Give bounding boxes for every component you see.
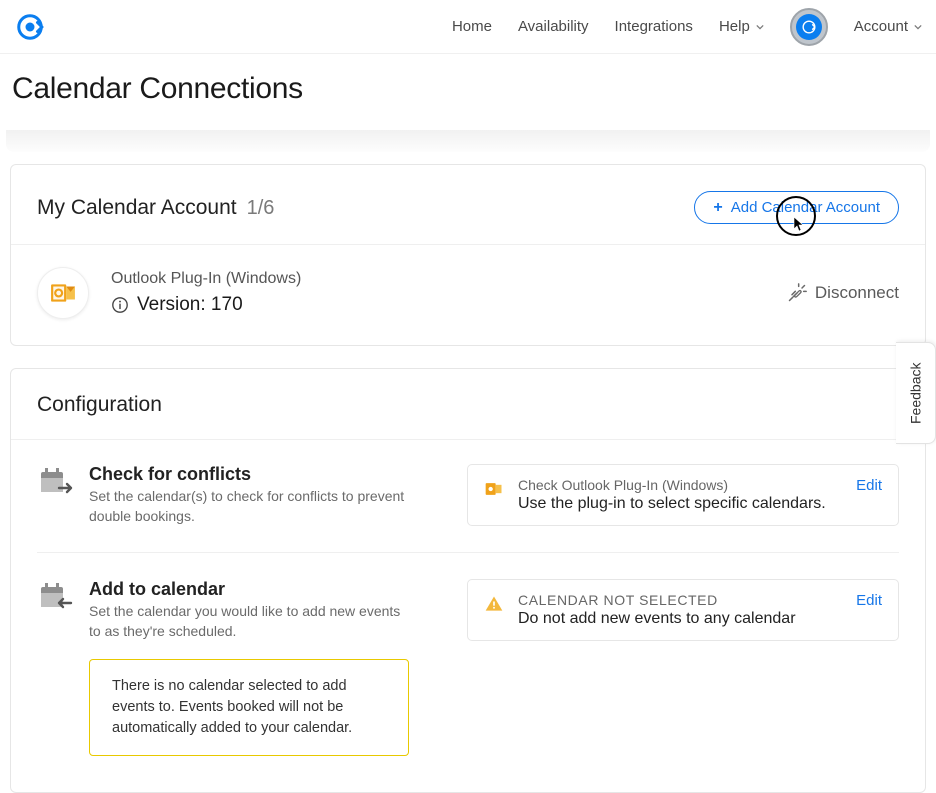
feedback-tab[interactable]: Feedback	[896, 342, 936, 444]
add-button-label: Add Calendar Account	[731, 199, 880, 216]
nav-help-label: Help	[719, 18, 750, 35]
nav-help[interactable]: Help	[719, 18, 764, 35]
connection-version: Version: 170	[137, 294, 243, 316]
config-row-conflicts: Check for conflicts Set the calendar(s) …	[37, 464, 899, 553]
conflicts-panel: Check Outlook Plug-In (Windows) Use the …	[467, 464, 899, 526]
nav-account-label: Account	[854, 18, 908, 35]
page-title: Calendar Connections	[12, 72, 924, 106]
brand-logo[interactable]	[14, 11, 46, 43]
account-card-body: Outlook Plug-In (Windows) Version: 170 D…	[11, 244, 925, 345]
disconnect-icon	[787, 283, 807, 303]
account-count: 1/6	[247, 197, 275, 220]
outlook-icon	[37, 267, 89, 319]
conflicts-title: Check for conflicts	[89, 464, 409, 485]
calendar-add-icon	[37, 579, 73, 615]
addto-desc: Set the calendar you would like to add n…	[89, 602, 409, 641]
decorative-shadow	[6, 130, 930, 152]
info-icon[interactable]	[111, 296, 129, 314]
config-title: Configuration	[37, 393, 899, 417]
warning-icon	[484, 594, 504, 614]
addto-title: Add to calendar	[89, 579, 409, 600]
addto-warning-box: There is no calendar selected to add eve…	[89, 659, 409, 756]
conflicts-desc: Set the calendar(s) to check for conflic…	[89, 487, 409, 526]
config-header: Configuration	[11, 369, 925, 440]
conflicts-panel-line1: Check Outlook Plug-In (Windows)	[518, 477, 842, 493]
calendar-conflict-icon	[37, 464, 73, 500]
nav-account[interactable]: Account	[854, 18, 922, 35]
outlook-small-icon	[484, 479, 504, 499]
page-title-wrap: Calendar Connections	[0, 54, 936, 130]
nav-home[interactable]: Home	[452, 18, 492, 35]
chevron-down-icon	[756, 23, 764, 31]
connection-name: Outlook Plug-In (Windows)	[111, 270, 765, 288]
addto-edit-button[interactable]: Edit	[856, 592, 882, 609]
avatar[interactable]	[790, 8, 828, 46]
disconnect-label: Disconnect	[815, 283, 899, 303]
top-nav: Home Availability Integrations Help Acco…	[0, 0, 936, 54]
account-card-title: My Calendar Account	[37, 196, 237, 220]
card-header: My Calendar Account 1/6 + Add Calendar A…	[11, 165, 925, 244]
conflicts-edit-button[interactable]: Edit	[856, 477, 882, 494]
nav-availability[interactable]: Availability	[518, 18, 589, 35]
nav-integrations[interactable]: Integrations	[615, 18, 693, 35]
plus-icon: +	[713, 200, 722, 216]
add-calendar-account-button[interactable]: + Add Calendar Account	[694, 191, 899, 224]
addto-panel: CALENDAR NOT SELECTED Do not add new eve…	[467, 579, 899, 641]
addto-panel-line2: Do not add new events to any calendar	[518, 610, 842, 628]
calendar-account-card: My Calendar Account 1/6 + Add Calendar A…	[10, 164, 926, 346]
conflicts-panel-line2: Use the plug-in to select specific calen…	[518, 495, 842, 513]
addto-panel-line1: CALENDAR NOT SELECTED	[518, 592, 842, 608]
chevron-down-icon	[914, 23, 922, 31]
disconnect-button[interactable]: Disconnect	[787, 283, 899, 303]
configuration-card: Configuration Check for conflicts Set th…	[10, 368, 926, 793]
config-row-addto: Add to calendar Set the calendar you wou…	[37, 579, 899, 782]
